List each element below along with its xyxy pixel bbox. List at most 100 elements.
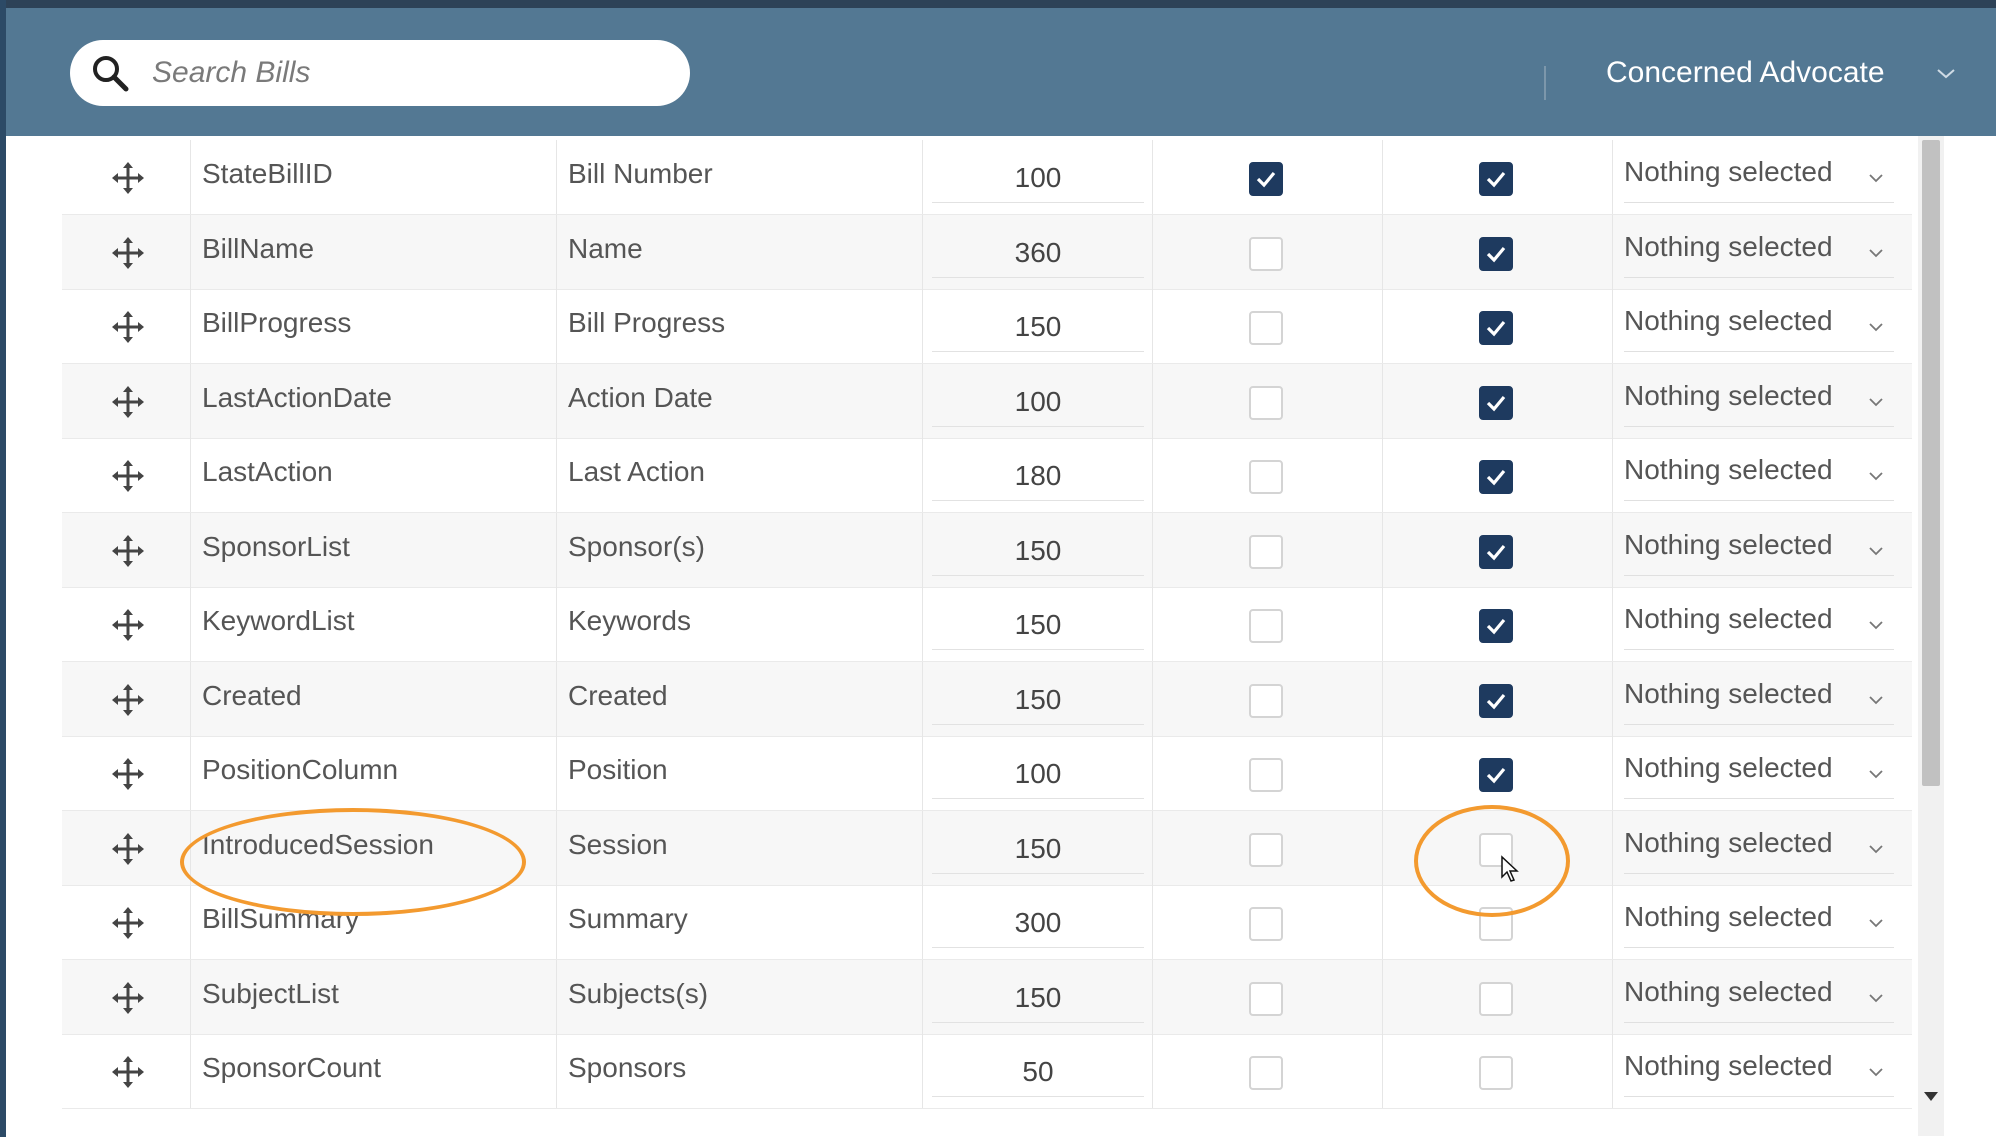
- drag-handle-icon[interactable]: [112, 460, 144, 492]
- drag-handle-icon[interactable]: [112, 683, 144, 716]
- field-name: IntroducedSession: [202, 828, 434, 860]
- column-checkbox-2[interactable]: [1479, 758, 1513, 792]
- drag-cell: [62, 363, 191, 438]
- column-width-input[interactable]: [932, 303, 1144, 352]
- column-checkbox-1[interactable]: [1249, 534, 1283, 569]
- column-width-input[interactable]: [932, 154, 1144, 203]
- search-icon[interactable]: [90, 53, 130, 93]
- drag-handle-icon[interactable]: [112, 534, 144, 567]
- chevron-down-icon[interactable]: [1935, 62, 1957, 84]
- nothing-selected-dropdown[interactable]: Nothing selected: [1624, 1050, 1894, 1097]
- user-menu[interactable]: Concerned Advocate: [1606, 48, 1957, 98]
- column-checkbox-1[interactable]: [1249, 981, 1283, 1016]
- field-name: BillProgress: [202, 307, 352, 338]
- nothing-selected-dropdown[interactable]: Nothing selected: [1624, 380, 1894, 427]
- column-checkbox-1[interactable]: [1249, 311, 1283, 345]
- column-width-input[interactable]: [932, 824, 1144, 874]
- column-width-input[interactable]: [932, 675, 1144, 725]
- drag-handle-icon[interactable]: [112, 162, 144, 194]
- checkbox-cell-1: [1152, 512, 1383, 587]
- column-checkbox-2[interactable]: [1479, 981, 1513, 1016]
- drag-handle-icon[interactable]: [112, 609, 144, 641]
- field-name-cell: BillProgress: [190, 289, 557, 363]
- column-checkbox-2[interactable]: [1479, 385, 1513, 420]
- column-checkbox-2[interactable]: [1479, 609, 1513, 643]
- column-width-input[interactable]: [932, 452, 1144, 501]
- checkbox-cell-1: [1152, 438, 1383, 512]
- width-cell: [922, 363, 1153, 438]
- checkmark-icon: [1486, 693, 1506, 709]
- drag-handle-icon[interactable]: [112, 907, 144, 939]
- column-checkbox-2[interactable]: [1479, 460, 1513, 494]
- column-checkbox-2[interactable]: [1479, 311, 1513, 345]
- scroll-down-arrow-icon[interactable]: [1924, 1092, 1938, 1102]
- checkbox-cell-2: [1382, 140, 1613, 214]
- field-name-cell: BillSummary: [190, 885, 557, 959]
- column-checkbox-1[interactable]: [1249, 460, 1283, 494]
- column-checkbox-2[interactable]: [1479, 683, 1513, 718]
- column-checkbox-2[interactable]: [1479, 907, 1513, 941]
- display-label-cell: Session: [556, 810, 923, 885]
- search-input[interactable]: [150, 55, 654, 91]
- column-checkbox-1[interactable]: [1249, 758, 1283, 792]
- display-label-cell: Keywords: [556, 587, 923, 661]
- nothing-selected-dropdown[interactable]: Nothing selected: [1624, 603, 1894, 650]
- checkmark-icon: [1486, 395, 1506, 411]
- display-label: Position: [568, 754, 668, 785]
- drag-handle-icon[interactable]: [112, 758, 144, 790]
- table-row: PositionColumn Position Nothing sele: [62, 736, 1912, 811]
- scrollbar-thumb[interactable]: [1922, 140, 1940, 786]
- column-width-input[interactable]: [932, 1048, 1144, 1097]
- header-divider: [1544, 66, 1546, 100]
- column-checkbox-1[interactable]: [1249, 1056, 1283, 1090]
- nothing-selected-dropdown[interactable]: Nothing selected: [1624, 231, 1894, 278]
- vertical-scrollbar[interactable]: [1918, 136, 1944, 1136]
- nothing-selected-dropdown[interactable]: Nothing selected: [1624, 678, 1894, 725]
- nothing-selected-dropdown[interactable]: Nothing selected: [1624, 752, 1894, 799]
- drag-handle-icon[interactable]: [112, 236, 144, 269]
- checkbox-cell-1: [1152, 587, 1383, 661]
- drag-handle-icon[interactable]: [112, 1056, 144, 1088]
- drag-handle-icon[interactable]: [112, 981, 144, 1014]
- display-label: Action Date: [568, 381, 713, 413]
- chevron-down-icon: [1869, 546, 1883, 555]
- nothing-selected-dropdown[interactable]: Nothing selected: [1624, 454, 1894, 501]
- select-cell: Nothing selected: [1612, 513, 1912, 587]
- column-width-input[interactable]: [932, 601, 1144, 650]
- column-checkbox-2[interactable]: [1479, 1056, 1513, 1090]
- column-checkbox-2[interactable]: [1479, 534, 1513, 569]
- drag-handle-icon[interactable]: [112, 832, 144, 865]
- nothing-selected-dropdown[interactable]: Nothing selected: [1624, 976, 1894, 1023]
- column-width-input[interactable]: [932, 973, 1144, 1023]
- column-checkbox-2[interactable]: [1479, 162, 1513, 196]
- column-checkbox-1[interactable]: [1249, 832, 1283, 867]
- column-width-input[interactable]: [932, 899, 1144, 948]
- checkmark-icon: [1256, 171, 1276, 188]
- column-width-input[interactable]: [932, 377, 1144, 427]
- mouse-cursor-icon: [1501, 855, 1519, 882]
- chevron-down-icon: [1869, 695, 1883, 704]
- drag-handle-icon[interactable]: [112, 385, 144, 418]
- chevron-down-icon: [1869, 174, 1883, 183]
- column-checkbox-1[interactable]: [1249, 162, 1283, 196]
- column-width-input[interactable]: [932, 750, 1144, 799]
- column-checkbox-1[interactable]: [1249, 907, 1283, 941]
- nothing-selected-dropdown[interactable]: Nothing selected: [1624, 156, 1894, 203]
- search-box[interactable]: [70, 40, 690, 106]
- nothing-selected-dropdown[interactable]: Nothing selected: [1624, 827, 1894, 874]
- column-checkbox-2[interactable]: [1479, 236, 1513, 271]
- width-cell: [922, 214, 1153, 289]
- column-checkbox-1[interactable]: [1249, 609, 1283, 643]
- nothing-selected-dropdown[interactable]: Nothing selected: [1624, 529, 1894, 576]
- nothing-selected-dropdown[interactable]: Nothing selected: [1624, 305, 1894, 352]
- display-label: Created: [568, 679, 668, 711]
- checkbox-cell-1: [1152, 214, 1383, 289]
- column-checkbox-1[interactable]: [1249, 683, 1283, 718]
- nothing-selected-dropdown[interactable]: Nothing selected: [1624, 901, 1894, 948]
- checkbox-cell-1: [1152, 140, 1383, 214]
- drag-handle-icon[interactable]: [112, 311, 144, 343]
- column-checkbox-1[interactable]: [1249, 385, 1283, 420]
- column-width-input[interactable]: [932, 526, 1144, 576]
- column-width-input[interactable]: [932, 228, 1144, 278]
- column-checkbox-1[interactable]: [1249, 236, 1283, 271]
